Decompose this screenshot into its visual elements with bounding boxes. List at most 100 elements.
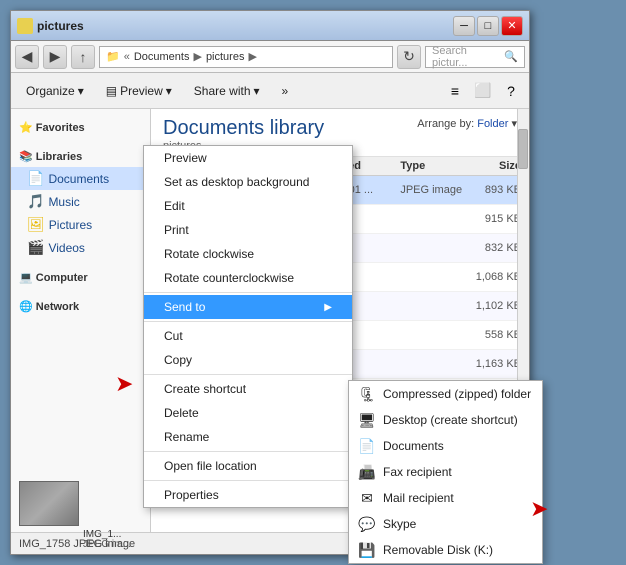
context-item-label: Set as desktop background <box>164 175 309 189</box>
context-menu-item[interactable]: Set as desktop background <box>144 170 352 194</box>
context-item-label: Rotate clockwise <box>164 247 254 261</box>
breadcrumb-folder1: 📁 <box>106 50 120 63</box>
music-icon: 🎵 <box>27 193 44 210</box>
submenu-item[interactable]: ✉ Mail recipient <box>349 485 542 511</box>
context-menu-separator <box>144 480 352 481</box>
sidebar-item-documents[interactable]: 📄 Documents <box>11 167 150 190</box>
file-thumbnail <box>19 481 79 526</box>
context-item-label: Print <box>164 223 189 237</box>
context-menu-separator <box>144 321 352 322</box>
sidebar-section-computer: 💻 Computer <box>11 267 150 288</box>
breadcrumb-folder2: Documents <box>134 51 190 63</box>
sidebar-item-label-videos: Videos <box>48 241 84 255</box>
context-menu: Preview Set as desktop background Edit Prin… <box>143 145 353 508</box>
submenu-arrow-icon: ▶ <box>324 302 332 313</box>
sidebar-header-libraries[interactable]: 📚 Libraries <box>11 146 150 167</box>
context-menu-separator <box>144 451 352 452</box>
submenu-item-icon: 📄 <box>359 438 375 454</box>
submenu-item-icon: 💬 <box>359 516 375 532</box>
search-placeholder: Search pictur... <box>432 45 504 69</box>
context-menu-item[interactable]: Rotate counterclockwise <box>144 266 352 290</box>
address-field[interactable]: 📁 « Documents ▶ pictures ▶ <box>99 46 393 68</box>
share-with-button[interactable]: Share with ▾ <box>185 77 269 105</box>
libraries-icon: 📚 <box>19 151 33 163</box>
scrollbar-thumb[interactable] <box>518 129 528 169</box>
submenu-item[interactable]: 💾 Removable Disk (K:) <box>349 537 542 563</box>
context-menu-item[interactable]: Rotate clockwise <box>144 242 352 266</box>
file-type-cell: JPEG image <box>400 184 469 196</box>
toolbar: Organize ▾ ▤ Preview ▾ Share with ▾ » ≡ … <box>11 73 529 109</box>
organize-button[interactable]: Organize ▾ <box>17 77 93 105</box>
search-field[interactable]: Search pictur... 🔍 <box>425 46 525 68</box>
context-menu-item[interactable]: Rename <box>144 425 352 449</box>
title-bar: pictures ─ □ ✕ <box>11 11 529 41</box>
context-item-label: Rotate counterclockwise <box>164 271 294 285</box>
submenu-item[interactable]: 🖥 Desktop (create shortcut) <box>349 407 542 433</box>
submenu-item-label: Skype <box>383 517 416 531</box>
context-menu-item[interactable]: Edit <box>144 194 352 218</box>
submenu-item[interactable]: 📠 Fax recipient <box>349 459 542 485</box>
sidebar-section-favorites: ⭐ Favorites <box>11 117 150 138</box>
context-menu-item[interactable]: Print <box>144 218 352 242</box>
close-button[interactable]: ✕ <box>501 16 523 36</box>
submenu-item[interactable]: 🗜 Compressed (zipped) folder <box>349 381 542 407</box>
context-item-label: Edit <box>164 199 185 213</box>
preview-icon: ▤ <box>106 84 117 98</box>
more-label: » <box>282 84 289 98</box>
col-header-size[interactable]: Size <box>469 160 521 172</box>
maximize-button[interactable]: □ <box>477 16 499 36</box>
title-bar-text: pictures <box>37 19 453 33</box>
file-size-cell: 832 KB <box>469 242 521 254</box>
breadcrumb-sep1: « <box>124 51 130 63</box>
arrow-indicator-2: ➤ <box>530 496 548 522</box>
sidebar-header-network[interactable]: 🌐 Network <box>11 296 150 317</box>
submenu-item-label: Documents <box>383 439 444 453</box>
up-button[interactable]: ↑ <box>71 45 95 69</box>
preview-button[interactable]: ▤ Preview ▾ <box>97 77 181 105</box>
preview-chevron-icon: ▾ <box>166 84 172 98</box>
submenu-item-label: Removable Disk (K:) <box>383 543 493 557</box>
sidebar-item-pictures[interactable]: 🖼 Pictures <box>11 213 150 236</box>
refresh-button[interactable]: ↻ <box>397 45 421 69</box>
context-menu-item[interactable]: Open file location <box>144 454 352 478</box>
arrange-by[interactable]: Arrange by: Folder ▾ <box>417 117 517 130</box>
context-menu-item[interactable]: Copy <box>144 348 352 372</box>
context-menu-item[interactable]: Create shortcut <box>144 377 352 401</box>
organize-chevron-icon: ▾ <box>78 84 84 98</box>
computer-icon: 💻 <box>19 272 33 284</box>
minimize-button[interactable]: ─ <box>453 16 475 36</box>
more-button[interactable]: » <box>273 77 298 105</box>
context-menu-item[interactable]: Properties <box>144 483 352 507</box>
file-size-cell: 1,163 KB <box>469 358 521 370</box>
sidebar-header-computer[interactable]: 💻 Computer <box>11 267 150 288</box>
sendto-label: Send to <box>164 300 205 314</box>
context-item-label: Open file location <box>164 459 257 473</box>
sidebar-item-label-documents: Documents <box>48 172 109 186</box>
col-header-type[interactable]: Type <box>400 160 469 172</box>
help-button[interactable]: ? <box>499 79 523 103</box>
forward-button[interactable]: ▶ <box>43 45 67 69</box>
sidebar-item-videos[interactable]: 🎬 Videos <box>11 236 150 259</box>
context-item-label: Copy <box>164 353 192 367</box>
context-menu-item[interactable]: Preview <box>144 146 352 170</box>
submenu-item-icon: 📠 <box>359 464 375 480</box>
breadcrumb-folder3: pictures <box>206 51 245 63</box>
submenu-item[interactable]: 💬 Skype <box>349 511 542 537</box>
sidebar-section-network: 🌐 Network <box>11 296 150 317</box>
sidebar-item-music[interactable]: 🎵 Music <box>11 190 150 213</box>
context-menu-item[interactable]: Cut <box>144 324 352 348</box>
preview-pane-icon: ⬜ <box>474 82 491 99</box>
back-button[interactable]: ◀ <box>15 45 39 69</box>
submenu-item-icon: ✉ <box>359 490 375 506</box>
arrange-by-label: Arrange by: <box>417 118 474 130</box>
file-size-cell: 893 KB <box>469 184 521 196</box>
sidebar-header-favorites[interactable]: ⭐ Favorites <box>11 117 150 138</box>
documents-folder-icon: 📄 <box>27 170 44 187</box>
context-menu-item[interactable]: Delete <box>144 401 352 425</box>
submenu-item[interactable]: 📄 Documents <box>349 433 542 459</box>
thumbnail-filename: IMG_1... <box>83 529 121 532</box>
preview-pane-button[interactable]: ⬜ <box>471 79 495 103</box>
arrow-indicator-1: ➤ <box>115 371 133 397</box>
views-button[interactable]: ≡ <box>443 79 467 103</box>
context-menu-sendto[interactable]: Send to ▶ <box>144 295 352 319</box>
